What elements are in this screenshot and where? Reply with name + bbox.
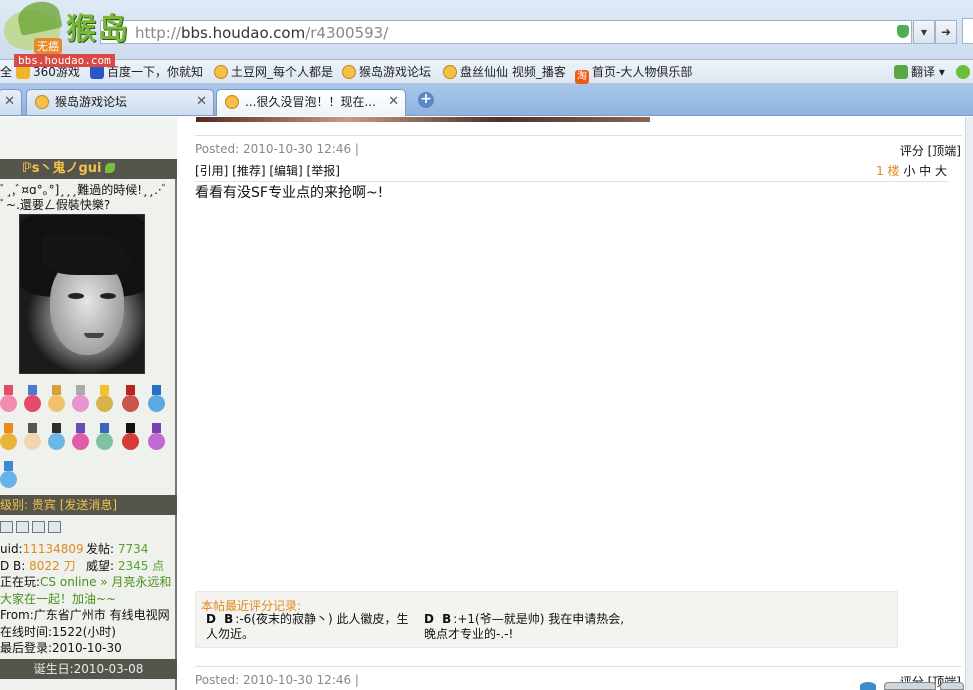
post-timestamp: Posted: 2010-10-30 12:46 | <box>195 142 359 156</box>
medal-icon[interactable] <box>0 423 17 451</box>
houdao-logo: 猴岛 无癌 bbs.houdao.com <box>4 0 156 67</box>
url-dropdown-button[interactable]: ▾ <box>913 20 935 44</box>
medal-icon[interactable] <box>24 423 41 451</box>
floor-info: 1 楼 小 中 大 <box>876 162 947 179</box>
post-actions[interactable]: [引用] [推荐] [编辑] [举报] <box>195 162 340 179</box>
zoom-widget[interactable] <box>884 682 936 690</box>
medal-icon[interactable] <box>72 385 89 413</box>
page-scrollbar[interactable] <box>965 117 973 690</box>
username-bar[interactable]: ℙs丶鬼ノgui <box>0 159 177 179</box>
medal-icon[interactable] <box>148 385 165 413</box>
tab-houdao-forum[interactable]: 猴岛游戏论坛 ✕ <box>26 89 214 115</box>
post-content-area: Posted: 2010-10-30 12:46 | 评分 [顶端] [引用] … <box>178 117 965 690</box>
add-friend-icon[interactable] <box>32 521 45 533</box>
taobao-icon: 淘 <box>575 70 589 84</box>
medal-icon[interactable] <box>48 423 65 451</box>
status-widget[interactable] <box>940 682 964 690</box>
profile-icon[interactable] <box>0 521 13 533</box>
divider <box>195 666 962 667</box>
forum-page: ℙs丶鬼ノgui ﾞ¸,ﾞ¤ɑ°｡°]¸¸¸難過的時候!¸¸.·ﾞ ﾞ~.還要ㄥ假… <box>0 117 965 690</box>
previous-post-image <box>196 117 650 122</box>
translate-button[interactable]: 翻译 ▾ <box>894 63 945 81</box>
tudou-icon <box>214 65 228 79</box>
pansi-icon <box>443 65 457 79</box>
extension-icon <box>956 65 970 79</box>
level-value: 贵宾 <box>31 498 56 512</box>
floor-number: 1 楼 <box>876 164 900 178</box>
bookmark-darenwu[interactable]: 淘首页-大人物俱乐部 <box>575 63 692 84</box>
font-size-links[interactable]: 小 中 大 <box>903 164 947 178</box>
search-box-edge[interactable] <box>962 18 973 44</box>
360-icon <box>16 65 30 79</box>
rating-records: 本帖最近评分记录: D B:-6(夜末的寂静丶) 此人徽皮，生 人勿近。 D B:… <box>195 591 898 648</box>
medal-icon[interactable] <box>72 423 89 451</box>
online-leaf-icon <box>104 163 115 173</box>
user-action-icons <box>0 521 64 536</box>
user-sidebar: ℙs丶鬼ノgui ﾞ¸,ﾞ¤ɑ°｡°]¸¸¸難過的時候!¸¸.·ﾞ ﾞ~.還要ㄥ假… <box>0 117 177 690</box>
user-stats: uid:11134809 发帖: 7734 D B: 8022 刀威望: 2345… <box>0 542 172 655</box>
logo-url: bbs.houdao.com <box>14 54 115 67</box>
rating-entry: D B:+1(爷—就是帅) 我在申请热会, 晚点才专业的-.-! <box>424 612 625 641</box>
rate-top-links[interactable]: 评分 [顶端] <box>900 142 961 159</box>
medal-icon[interactable] <box>24 385 41 413</box>
tab-close-icon[interactable]: ✕ <box>388 90 399 114</box>
status-bar-widgets <box>858 681 966 690</box>
go-button[interactable]: ➜ <box>935 20 957 44</box>
birthday-bar: 诞生日:2010-03-08 <box>0 659 177 679</box>
medal-icon[interactable] <box>0 385 17 413</box>
extension-button[interactable] <box>956 63 973 81</box>
medal-icon[interactable] <box>122 385 139 413</box>
rating-entry: D B:-6(夜末的寂静丶) 此人徽皮，生 人勿近。 <box>206 612 409 641</box>
level-bar: 级别: 贵宾 [发送消息] <box>0 495 177 515</box>
medal-icon[interactable] <box>148 423 165 451</box>
houdao-tab-icon <box>35 95 49 109</box>
send-message-link[interactable]: [发送消息] <box>60 498 117 512</box>
tab-strip: ✕ 猴岛游戏论坛 ✕ ...很久没冒泡！！现在... ✕ <box>0 84 973 116</box>
medal-icon[interactable] <box>0 461 17 489</box>
ie-globe-icon[interactable] <box>860 682 876 690</box>
post-body: 看看有没SF专业点的来抢啊~! <box>195 185 384 201</box>
mailbox-icon[interactable] <box>48 521 61 533</box>
translate-icon <box>894 65 908 79</box>
tab-close-icon[interactable]: ✕ <box>196 90 207 114</box>
divider <box>195 135 962 136</box>
avatar[interactable] <box>19 214 145 374</box>
medal-icon[interactable] <box>96 385 113 413</box>
medal-icon[interactable] <box>96 423 113 451</box>
url-text: http://bbs.houdao.com/r4300593/ <box>135 24 389 42</box>
bookmark-houdao[interactable]: 猴岛游戏论坛 <box>342 63 431 81</box>
user-signature: ﾞ¸,ﾞ¤ɑ°｡°]¸¸¸難過的時候!¸¸.·ﾞ ﾞ~.還要ㄥ假裝快樂? <box>0 183 168 212</box>
tab-close-icon[interactable]: ✕ <box>4 90 15 114</box>
next-post-timestamp: Posted: 2010-10-30 12:46 | <box>195 673 359 687</box>
bookmark-pansi[interactable]: 盘丝仙仙 视频_播客 <box>443 63 566 81</box>
security-shield-icon[interactable] <box>897 25 909 38</box>
new-tab-button[interactable]: + <box>418 92 434 108</box>
medal-icon[interactable] <box>122 423 139 451</box>
sidebar-top <box>0 117 177 159</box>
houdao-tab-icon <box>225 95 239 109</box>
logo-badge: 无癌 <box>34 38 62 54</box>
url-input[interactable]: http://bbs.houdao.com/r4300593/ <box>100 20 912 44</box>
tab-partial[interactable]: ✕ <box>0 89 22 115</box>
houdao-icon <box>342 65 356 79</box>
logo-text: 猴岛 <box>66 12 130 47</box>
baidu-icon <box>90 65 104 79</box>
tab-current-post[interactable]: ...很久没冒泡！！现在... ✕ <box>216 89 406 116</box>
medal-icon[interactable] <box>48 385 65 413</box>
notes-icon[interactable] <box>16 521 29 533</box>
bookmark-tudou[interactable]: 土豆网_每个人都是 <box>214 63 333 81</box>
